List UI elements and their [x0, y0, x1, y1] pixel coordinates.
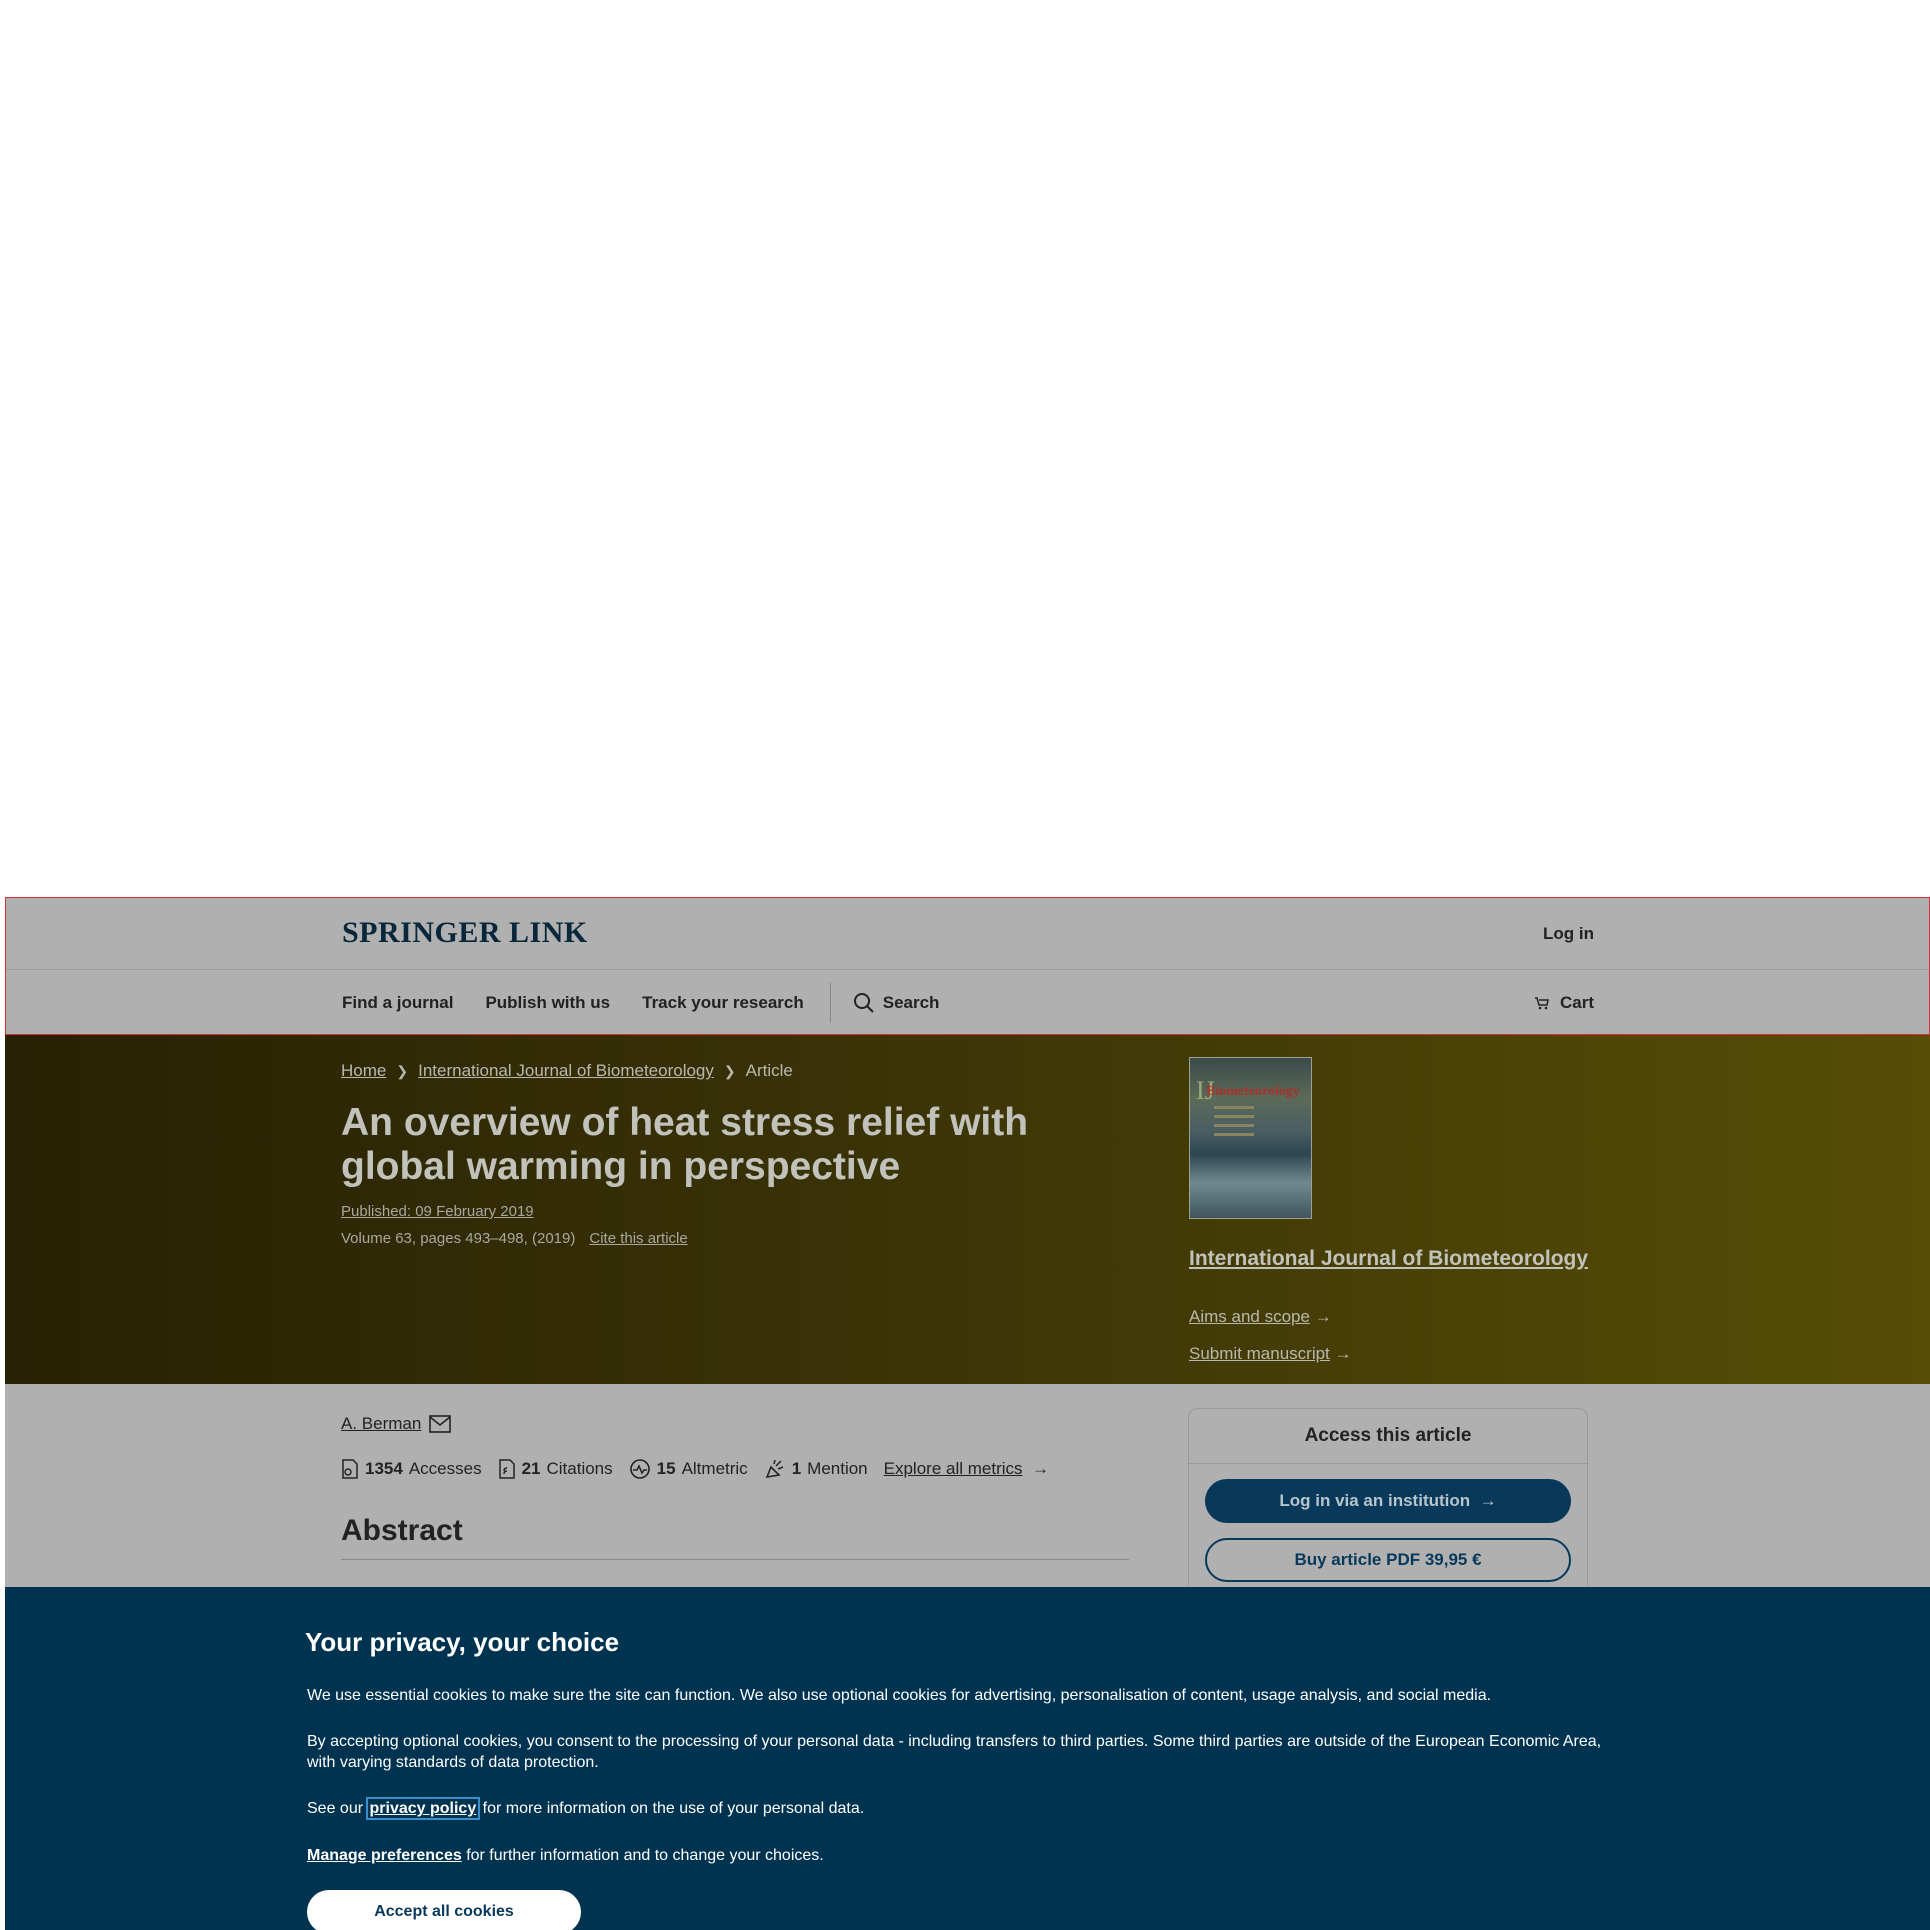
abstract-divider — [341, 1559, 1129, 1560]
cookie-text-4: Manage preferences for further informati… — [307, 1845, 1627, 1866]
journal-cover-image[interactable]: IJ Biometeorology — [1189, 1057, 1312, 1219]
buy-article-button[interactable]: Buy article PDF 39,95 € — [1205, 1538, 1571, 1582]
cart-icon — [1534, 997, 1549, 1010]
mention-icon — [765, 1459, 783, 1479]
chevron-right-icon: ❯ — [723, 1062, 736, 1079]
altmetric-icon — [629, 1459, 650, 1479]
site-header: SPRINGER LINK Log in Find a journal Publ… — [5, 897, 1930, 1035]
accesses-value: 1354 — [365, 1459, 403, 1478]
explore-metrics-label: Explore all metrics — [883, 1459, 1023, 1478]
springer-link-logo[interactable]: SPRINGER LINK — [342, 916, 588, 950]
cookie-text-1: We use essential cookies to make sure th… — [307, 1687, 1492, 1704]
header-top-bar: SPRINGER LINK Log in — [6, 898, 1929, 970]
nav-find-journal[interactable]: Find a journal — [342, 993, 453, 1013]
nav-publish[interactable]: Publish with us — [485, 993, 610, 1013]
chevron-right-icon: ❯ — [396, 1062, 409, 1079]
metric-accesses: 1354 Accesses — [341, 1459, 482, 1479]
login-institution-label: Log in via an institution — [1279, 1491, 1471, 1510]
author-link[interactable]: A. Berman — [341, 1414, 421, 1434]
arrow-right-icon: → — [1479, 1491, 1497, 1510]
published-date[interactable]: Published: 09 February 2019 — [341, 1203, 534, 1220]
manage-preferences-link[interactable]: Manage preferences — [307, 1847, 462, 1864]
access-article-box: Access this article Log in via an instit… — [1188, 1408, 1588, 1608]
author-line: A. Berman — [341, 1414, 452, 1434]
accept-all-cookies-button[interactable]: Accept all cookies — [307, 1890, 581, 1930]
aims-scope-label: Aims and scope — [1189, 1307, 1310, 1326]
breadcrumb-home[interactable]: Home — [341, 1061, 386, 1081]
login-institution-button[interactable]: Log in via an institution → — [1205, 1479, 1571, 1523]
mention-value: 1 — [791, 1459, 802, 1478]
cover-title: Biometeorology — [1206, 1084, 1300, 1099]
cart-button[interactable]: Cart — [1534, 993, 1594, 1013]
cookie-title: Your privacy, your choice — [305, 1627, 620, 1657]
privacy-policy-link[interactable]: privacy policy — [365, 1797, 481, 1820]
search-button[interactable]: Search — [853, 992, 940, 1014]
arrow-right-icon: → — [1031, 1459, 1049, 1478]
breadcrumb-journal[interactable]: International Journal of Biometeorology — [418, 1061, 714, 1081]
submit-manuscript-link[interactable]: Submit manuscript → — [1189, 1344, 1352, 1364]
article-hero: Home ❯ International Journal of Biometeo… — [5, 1035, 1930, 1384]
accesses-label: Accesses — [408, 1459, 482, 1478]
nav-track-research[interactable]: Track your research — [642, 993, 804, 1013]
access-title: Access this article — [1304, 1425, 1472, 1446]
arrow-right-icon: → — [1334, 1344, 1352, 1363]
cookie-text-4-post: for further information and to change yo… — [466, 1847, 824, 1864]
metric-mention: 1 Mention — [764, 1458, 868, 1480]
citations-icon — [498, 1459, 515, 1479]
explore-metrics-link[interactable]: Explore all metrics → — [884, 1459, 1049, 1479]
cookie-text-3: See our privacy policy for more informat… — [307, 1797, 1627, 1820]
accesses-icon — [342, 1459, 358, 1479]
citations-label: Citations — [546, 1459, 613, 1478]
aims-scope-link[interactable]: Aims and scope → — [1189, 1307, 1332, 1327]
altmetric-value: 15 — [656, 1459, 676, 1478]
abstract-heading: Abstract — [341, 1514, 463, 1547]
article-title: An overview of heat stress relief with g… — [341, 1101, 1029, 1188]
metric-citations: 21 Citations — [498, 1459, 613, 1479]
mention-label: Mention — [807, 1459, 868, 1478]
cite-article-link[interactable]: Cite this article — [589, 1230, 687, 1247]
login-link[interactable]: Log in — [1543, 924, 1594, 944]
journal-name-link[interactable]: International Journal of Biometeorology — [1189, 1247, 1588, 1271]
breadcrumb-current: Article — [745, 1061, 793, 1080]
cookie-text-3-pre: See our — [307, 1800, 364, 1817]
search-label: Search — [882, 993, 940, 1012]
volume-info: Volume 63, pages 493–498, (2019) Cite thi… — [341, 1230, 688, 1247]
submit-manuscript-label: Submit manuscript — [1189, 1344, 1330, 1363]
citations-value: 21 — [521, 1459, 541, 1478]
main-nav: Find a journal Publish with us Track you… — [342, 970, 939, 1036]
cookie-text-3-post: for more information on the use of your … — [482, 1800, 865, 1817]
page: SPRINGER LINK Log in Find a journal Publ… — [5, 897, 1930, 1930]
nav-divider — [829, 983, 831, 1023]
altmetric-label: Altmetric — [681, 1459, 748, 1478]
search-icon — [853, 993, 874, 1013]
cart-label: Cart — [1559, 993, 1594, 1012]
article-metrics: 1354 Accesses 21 Citations 15 Altmetric … — [341, 1458, 1065, 1480]
cookie-banner: Your privacy, your choice We use essenti… — [5, 1587, 1930, 1930]
cover-text-lines — [1214, 1106, 1254, 1142]
cookie-text-2: By accepting optional cookies, you conse… — [307, 1733, 1602, 1771]
email-icon[interactable] — [429, 1415, 452, 1433]
metric-altmetric: 15 Altmetric — [629, 1458, 748, 1480]
access-divider — [1189, 1463, 1587, 1464]
breadcrumb: Home ❯ International Journal of Biometeo… — [341, 1061, 793, 1081]
arrow-right-icon: → — [1314, 1307, 1332, 1326]
volume-text: Volume 63, pages 493–498, (2019) — [341, 1230, 576, 1247]
